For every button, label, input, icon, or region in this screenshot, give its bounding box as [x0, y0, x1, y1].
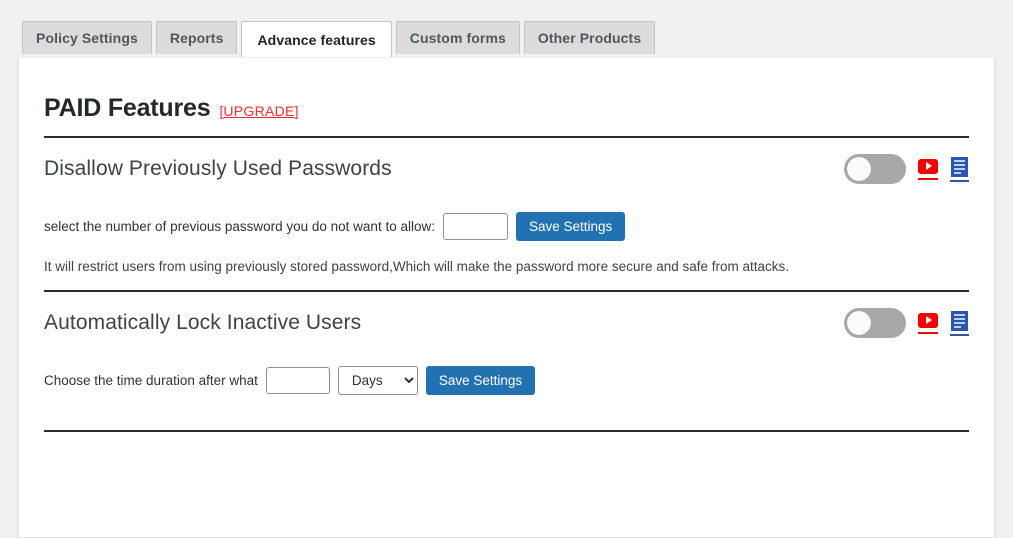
- doc-line: [954, 317, 965, 320]
- toggle-knob: [847, 311, 871, 335]
- documentation-link[interactable]: [950, 156, 969, 182]
- feature-header: Disallow Previously Used Passwords: [44, 138, 969, 200]
- tab-reports[interactable]: Reports: [155, 21, 238, 54]
- feature-description: It will restrict users from using previo…: [44, 259, 790, 274]
- play-triangle-icon: [925, 316, 932, 324]
- duration-unit-select[interactable]: DaysMonthsYears: [337, 366, 418, 395]
- doc-link-underline: [950, 179, 969, 182]
- feature-controls: [844, 154, 969, 184]
- save-settings-button[interactable]: Save Settings: [425, 366, 536, 395]
- youtube-play-icon: [918, 312, 938, 328]
- doc-line: [954, 159, 965, 162]
- tab-label: Policy Settings: [36, 30, 138, 46]
- feature-form-row: Choose the time duration after what Days…: [44, 354, 969, 405]
- page-header: PAID Features [UPGRADE]: [19, 58, 994, 123]
- toggle-knob: [847, 157, 871, 181]
- tab-advance-features[interactable]: Advance features: [241, 21, 392, 57]
- video-tutorial-link[interactable]: [918, 312, 938, 334]
- feature-title: Automatically Lock Inactive Users: [44, 311, 362, 334]
- doc-line: [954, 163, 965, 166]
- upgrade-bracket-close: ]: [294, 103, 299, 119]
- upgrade-link[interactable]: [UPGRADE]: [219, 103, 298, 119]
- feature-automatically-lock-inactive-users: Automatically Lock Inactive Users Choose…: [19, 292, 994, 432]
- document-lines-icon: [951, 310, 968, 331]
- video-tutorial-link[interactable]: [918, 158, 938, 180]
- doc-line: [954, 167, 965, 170]
- tab-label: Reports: [169, 30, 224, 46]
- feature-toggle-switch[interactable]: [844, 154, 906, 184]
- tab-policy-settings[interactable]: Policy Settings: [22, 21, 152, 54]
- doc-line: [954, 325, 962, 328]
- video-link-underline: [918, 177, 938, 180]
- doc-line: [954, 171, 962, 174]
- play-triangle-icon: [925, 162, 932, 170]
- previous-password-count-input[interactable]: [442, 213, 508, 240]
- tab-custom-forms[interactable]: Custom forms: [395, 21, 520, 54]
- feature-divider: [44, 430, 969, 432]
- tab-label: Other Products: [537, 30, 642, 46]
- page-title: PAID Features: [44, 94, 211, 122]
- youtube-play-icon: [918, 158, 938, 174]
- feature-toggle-switch[interactable]: [844, 308, 906, 338]
- form-label: Choose the time duration after what: [44, 373, 258, 388]
- feature-form-row: select the number of previous password y…: [44, 200, 969, 251]
- documentation-link[interactable]: [950, 310, 969, 336]
- feature-header: Automatically Lock Inactive Users: [44, 292, 969, 354]
- form-label: select the number of previous password y…: [44, 219, 435, 234]
- save-settings-button[interactable]: Save Settings: [515, 212, 626, 241]
- inactive-duration-input[interactable]: [265, 367, 330, 394]
- doc-line: [954, 321, 965, 324]
- doc-line: [954, 313, 965, 316]
- doc-link-underline: [950, 333, 969, 336]
- document-lines-icon: [951, 156, 968, 177]
- feature-controls: [844, 308, 969, 338]
- upgrade-label: UPGRADE: [223, 103, 295, 119]
- content-panel: PAID Features [UPGRADE] Disallow Previou…: [18, 58, 995, 538]
- tab-bar: Policy Settings Reports Advance features…: [0, 0, 1013, 58]
- tab-label: Advance features: [257, 31, 376, 48]
- tab-other-products[interactable]: Other Products: [523, 21, 656, 54]
- video-link-underline: [918, 331, 938, 334]
- feature-disallow-previously-used-passwords: Disallow Previously Used Passwords selec…: [19, 138, 994, 292]
- tab-label: Custom forms: [409, 30, 506, 46]
- feature-title: Disallow Previously Used Passwords: [44, 157, 392, 180]
